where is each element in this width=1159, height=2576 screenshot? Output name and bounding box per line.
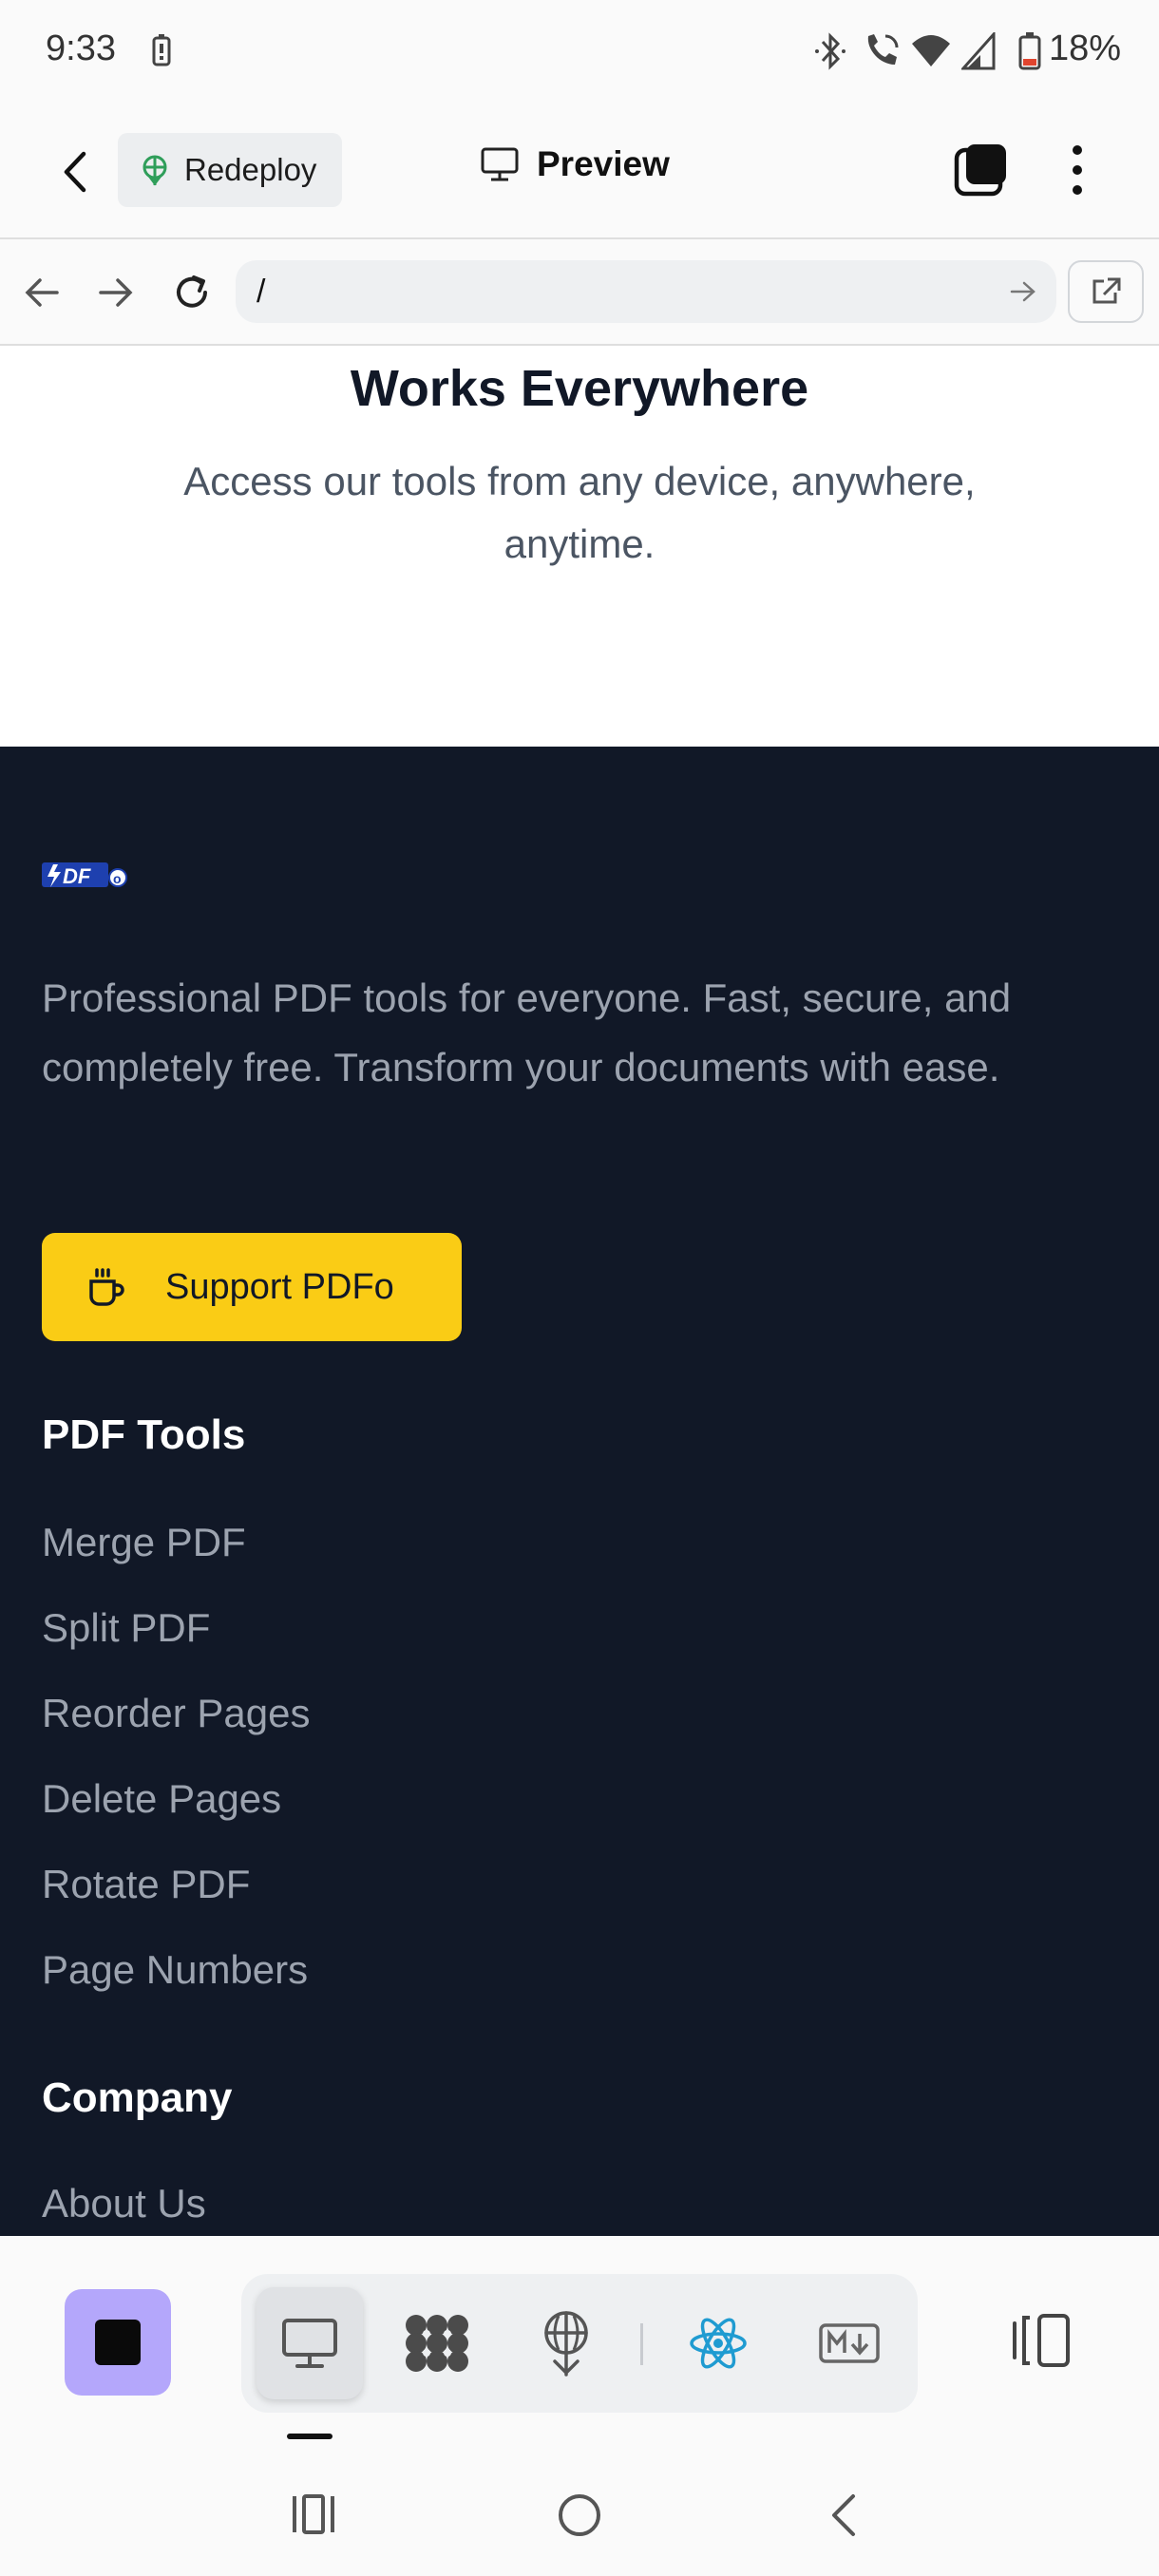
site-footer: DF o Professional PDF tools for everyone… [0,747,1159,2236]
signal-icon [961,32,996,70]
back-arrow-icon[interactable] [57,148,95,196]
url-text: / [256,273,266,310]
view-tabs [241,2274,918,2413]
split-view-icon[interactable] [1009,2312,1074,2369]
tab-markdown[interactable] [796,2287,902,2399]
battery-icon [1018,32,1041,70]
footer-link-merge-pdf[interactable]: Merge PDF [42,1520,246,1565]
coffee-cup-icon [86,1266,127,1308]
system-nav-bar [0,2454,1159,2576]
preview-webview: Works Everywhere Access our tools from a… [0,346,1159,2236]
pdfo-logo[interactable]: DF o [42,859,129,891]
tab-desktop-preview[interactable] [256,2287,363,2399]
desktop-preview-icon [280,2317,339,2370]
browser-url-bar: / [0,239,1159,346]
nav-forward-icon[interactable] [97,275,135,310]
preview-label: Preview [537,144,670,183]
footer-link-delete-pages[interactable]: Delete Pages [42,1776,281,1822]
footer-link-about-us[interactable]: About Us [42,2181,206,2226]
open-external-button[interactable] [1068,260,1144,323]
footer-link-split-pdf[interactable]: Split PDF [42,1605,210,1651]
section-subtitle: Access our tools from any device, anywhe… [183,459,976,566]
battery-saver-icon [152,34,171,66]
monitor-icon [480,146,520,182]
tab-deploy[interactable] [513,2287,619,2399]
app-grid-icon [403,2312,471,2375]
footer-link-rotate-pdf[interactable]: Rotate PDF [42,1862,250,1907]
works-everywhere-section: Works Everywhere Access our tools from a… [0,346,1159,747]
redeploy-label: Redeploy [184,152,317,187]
wifi-call-icon [861,30,902,72]
go-arrow-icon[interactable] [1009,279,1037,304]
tabs-switcher-icon[interactable] [952,141,1011,199]
footer-description: Professional PDF tools for everyone. Fas… [42,975,1012,1089]
reload-icon[interactable] [171,272,213,313]
bottom-tab-bar [0,2236,1159,2454]
preview-title[interactable]: Preview [480,144,670,184]
deploy-icon [540,2310,593,2377]
recent-apps-icon[interactable] [289,2492,338,2536]
svg-text:DF: DF [63,864,91,888]
active-tab-indicator [287,2434,332,2439]
support-button-label: Support PDFo [165,1266,394,1307]
status-bar: 9:33 18% [0,0,1159,103]
tab-react[interactable] [665,2287,771,2399]
nav-back-icon[interactable] [23,275,61,310]
support-pdfo-button[interactable]: Support PDFo [42,1233,462,1341]
battery-percent: 18% [1048,28,1121,68]
react-icon [688,2315,749,2372]
more-options-icon[interactable] [1064,141,1091,199]
external-link-icon [1089,275,1123,308]
stop-button[interactable] [65,2289,171,2396]
bluetooth-icon [813,32,847,70]
markdown-icon [818,2322,881,2364]
status-time: 9:33 [46,28,116,68]
section-title: Works Everywhere [350,360,809,417]
footer-link-page-numbers[interactable]: Page Numbers [42,1947,308,1993]
app-toolbar: Redeploy Preview [0,103,1159,239]
wifi-icon [910,32,952,70]
company-heading: Company [42,2074,233,2121]
stop-icon [95,2320,141,2365]
url-input[interactable]: / [236,260,1056,323]
deploy-icon [139,153,171,187]
tab-app-grid[interactable] [384,2287,490,2399]
footer-link-reorder-pages[interactable]: Reorder Pages [42,1691,311,1736]
pdf-tools-heading: PDF Tools [42,1411,246,1458]
tab-divider [640,2323,643,2365]
svg-text:o: o [113,871,122,886]
redeploy-button[interactable]: Redeploy [118,133,342,207]
home-icon[interactable] [557,2492,602,2538]
back-icon[interactable] [826,2492,861,2538]
